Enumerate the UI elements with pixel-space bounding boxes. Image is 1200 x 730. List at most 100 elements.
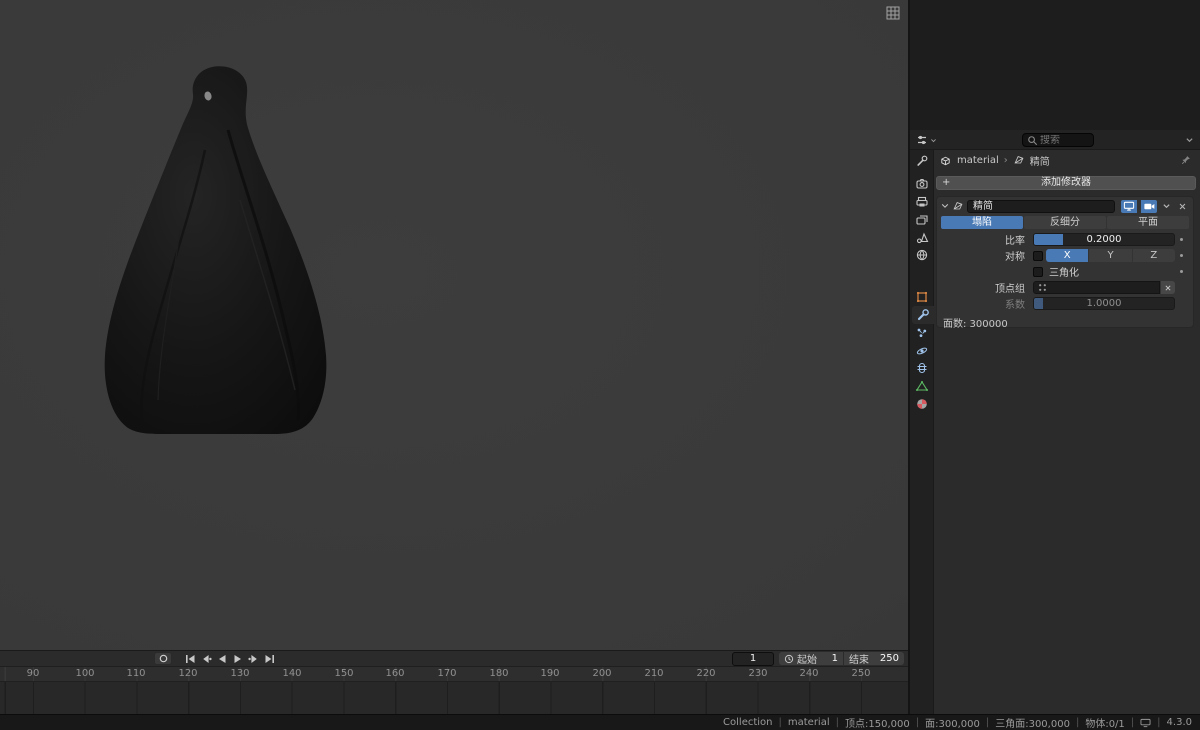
- next-keyframe-button[interactable]: [247, 653, 260, 664]
- tab-object[interactable]: [910, 288, 934, 306]
- ruler-label: 150: [334, 668, 354, 679]
- tab-physics[interactable]: [910, 342, 934, 360]
- tab-collapse[interactable]: 塌陷: [941, 216, 1023, 229]
- symmetry-row: 对称 X Y Z: [941, 248, 1189, 263]
- tab-unsubdivide[interactable]: 反细分: [1024, 216, 1106, 229]
- skip-to-start-icon: [185, 654, 194, 663]
- frame-end-value: 250: [879, 653, 899, 664]
- vertex-group-label: 顶点组: [995, 284, 1025, 295]
- frame-start-label: 起始: [797, 655, 817, 666]
- symmetry-y-button[interactable]: Y: [1089, 249, 1132, 262]
- symmetry-z-button[interactable]: Z: [1132, 249, 1175, 262]
- timeline-header: 1 起始 1 结束 250: [0, 651, 908, 667]
- play-reverse-button[interactable]: [215, 653, 228, 664]
- triangulate-label: 三角化: [1049, 268, 1079, 279]
- render-camera-icon: [916, 179, 928, 189]
- search-icon: [1028, 135, 1038, 145]
- play-icon: [234, 654, 241, 663]
- symmetry-checkbox[interactable]: [1033, 250, 1043, 261]
- factor-label: 系数: [1005, 300, 1025, 311]
- modifier-name-field[interactable]: 精简: [967, 199, 1115, 213]
- search-field[interactable]: [1022, 133, 1094, 147]
- camera-icon: [1144, 203, 1155, 210]
- tab-constraints[interactable]: [910, 359, 934, 377]
- timeline-ruler[interactable]: 90 100 110 120 130 140 150 160 170 180 1…: [0, 667, 908, 682]
- object-icon: [916, 291, 928, 303]
- breadcrumb-object[interactable]: material: [957, 155, 999, 166]
- wrench-icon: [917, 309, 929, 321]
- tab-render[interactable]: [910, 175, 934, 193]
- header-menu-chevron-icon[interactable]: [1185, 136, 1194, 144]
- timeline-tracks[interactable]: [0, 682, 908, 715]
- modifier-delete-button[interactable]: [1176, 200, 1189, 213]
- tab-scene[interactable]: [910, 229, 934, 247]
- clock-icon: [784, 654, 794, 663]
- tab-material[interactable]: [910, 395, 934, 413]
- decimate-icon: [953, 202, 963, 210]
- auto-keyframe-button[interactable]: [154, 652, 172, 665]
- pin-icon[interactable]: [1180, 154, 1192, 166]
- animate-dot[interactable]: [1179, 270, 1183, 273]
- ratio-label: 比率: [1005, 236, 1025, 247]
- viewport-grid-icon[interactable]: [886, 6, 900, 20]
- mesh-silhouette[interactable]: [104, 66, 327, 434]
- status-objects: 物体:0/1: [1070, 715, 1124, 730]
- ruler-label: 230: [748, 668, 768, 679]
- status-collection: Collection: [723, 717, 773, 728]
- vertex-group-field[interactable]: [1033, 281, 1160, 294]
- symmetry-x-button[interactable]: X: [1046, 249, 1089, 262]
- tool-icon: [917, 155, 928, 166]
- timeline-editor: 1 起始 1 结束 250 90 100 110 120 130 140 150…: [0, 650, 908, 715]
- playback-controls: [183, 653, 276, 664]
- current-frame-field[interactable]: 1: [732, 652, 774, 666]
- properties-content: material › 精简 + 添加修改器 精简 塌陷 反细分 平面 比率 0.…: [934, 150, 1200, 714]
- printer-icon: [916, 196, 928, 207]
- tab-world[interactable]: [910, 246, 934, 264]
- editor-type-selector[interactable]: [915, 133, 937, 147]
- ratio-value: 0.2000: [1086, 234, 1122, 245]
- breadcrumb-separator: ›: [1003, 154, 1008, 166]
- decimated-mesh-object[interactable]: [0, 0, 908, 650]
- ratio-slider[interactable]: 0.2000: [1033, 233, 1175, 246]
- plus-icon: +: [942, 177, 951, 188]
- frame-start-value: 1: [831, 653, 838, 664]
- tab-tool[interactable]: [910, 152, 934, 170]
- display-render-toggle[interactable]: [1141, 199, 1157, 213]
- vertex-group-clear-button[interactable]: [1161, 281, 1175, 294]
- ruler-label: 100: [75, 668, 95, 679]
- prev-keyframe-button[interactable]: [199, 653, 212, 664]
- tab-particles[interactable]: [910, 324, 934, 342]
- animate-dot[interactable]: [1179, 254, 1183, 257]
- play-reverse-icon: [218, 654, 225, 663]
- ruler-label: 190: [540, 668, 560, 679]
- ruler-label: 180: [489, 668, 509, 679]
- close-icon: [1165, 284, 1171, 291]
- breadcrumb-modifier[interactable]: 精简: [1030, 153, 1050, 168]
- factor-value: 1.0000: [1086, 298, 1122, 309]
- jump-to-start-button[interactable]: [183, 653, 196, 664]
- tab-view-layer[interactable]: [910, 211, 934, 229]
- add-modifier-button[interactable]: + 添加修改器: [936, 176, 1196, 190]
- search-input[interactable]: [1040, 134, 1090, 146]
- play-button[interactable]: [231, 653, 244, 664]
- decimate-modifier-panel: 精简 塌陷 反细分 平面 比率 0.2000 对称 X Y Z 三角化 顶点组 …: [936, 196, 1194, 330]
- skip-to-end-icon: [265, 654, 274, 663]
- frame-end-field[interactable]: 结束 250: [844, 652, 904, 666]
- modifier-extras-button[interactable]: [1160, 200, 1173, 213]
- status-faces: 面:300,000: [910, 715, 980, 730]
- tab-object-data[interactable]: [910, 377, 934, 395]
- display-viewport-toggle[interactable]: [1121, 199, 1137, 213]
- object-cube-icon: [941, 156, 950, 165]
- expand-chevron-icon[interactable]: [941, 202, 949, 210]
- tab-planar[interactable]: 平面: [1107, 216, 1189, 229]
- jump-to-end-button[interactable]: [263, 653, 276, 664]
- triangulate-checkbox[interactable]: [1033, 266, 1043, 277]
- frame-start-field[interactable]: 起始 1: [779, 652, 843, 666]
- animate-dot[interactable]: [1179, 238, 1183, 241]
- material-sphere-icon: [917, 399, 927, 409]
- status-verts: 顶点:150,000: [830, 715, 910, 730]
- decimate-mode-tabs: 塌陷 反细分 平面: [941, 216, 1189, 229]
- 3d-viewport[interactable]: [0, 0, 908, 650]
- tab-modifiers-active[interactable]: [912, 306, 934, 324]
- tab-output[interactable]: [910, 193, 934, 211]
